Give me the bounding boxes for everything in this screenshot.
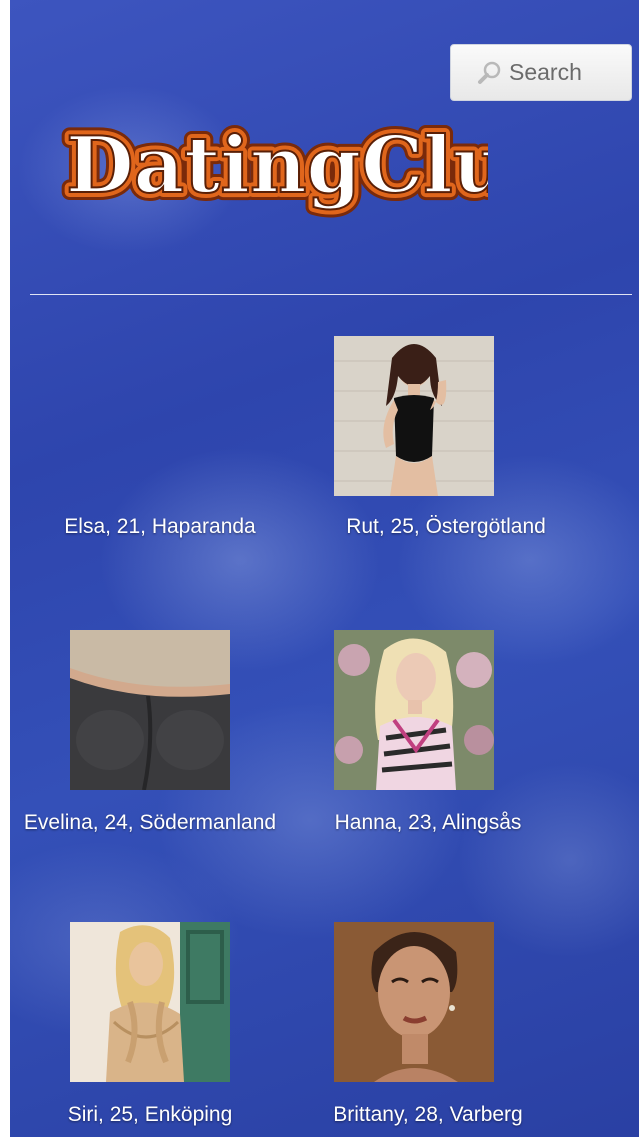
left-strip <box>0 0 10 1137</box>
svg-text:DatingClub: DatingClub <box>66 120 488 211</box>
profile-label-evelina[interactable]: Evelina, 24, Södermanland <box>10 806 300 839</box>
header-divider <box>30 294 632 295</box>
datingclub-logo[interactable]: DatingClub DatingClub DatingClub <box>58 110 488 235</box>
profile-photo-evelina[interactable] <box>70 630 230 790</box>
page-background: Search DatingClub DatingClub DatingClub … <box>10 0 639 1137</box>
search-label: Search <box>509 59 582 85</box>
profile-photo-rut[interactable] <box>334 336 494 496</box>
profile-label-rut[interactable]: Rut, 25, Östergötland <box>296 510 596 543</box>
profile-label-elsa[interactable]: Elsa, 21, Haparanda <box>10 510 310 543</box>
profile-photo-hanna[interactable] <box>334 630 494 790</box>
search-icon <box>478 61 501 84</box>
profile-photo-siri[interactable] <box>70 922 230 1082</box>
profile-photo-brittany[interactable] <box>334 922 494 1082</box>
search-button[interactable]: Search <box>450 44 632 101</box>
profile-label-hanna[interactable]: Hanna, 23, Alingsås <box>278 806 578 839</box>
profile-label-brittany[interactable]: Brittany, 28, Varberg <box>278 1098 578 1131</box>
profile-label-siri[interactable]: Siri, 25, Enköping <box>10 1098 300 1131</box>
